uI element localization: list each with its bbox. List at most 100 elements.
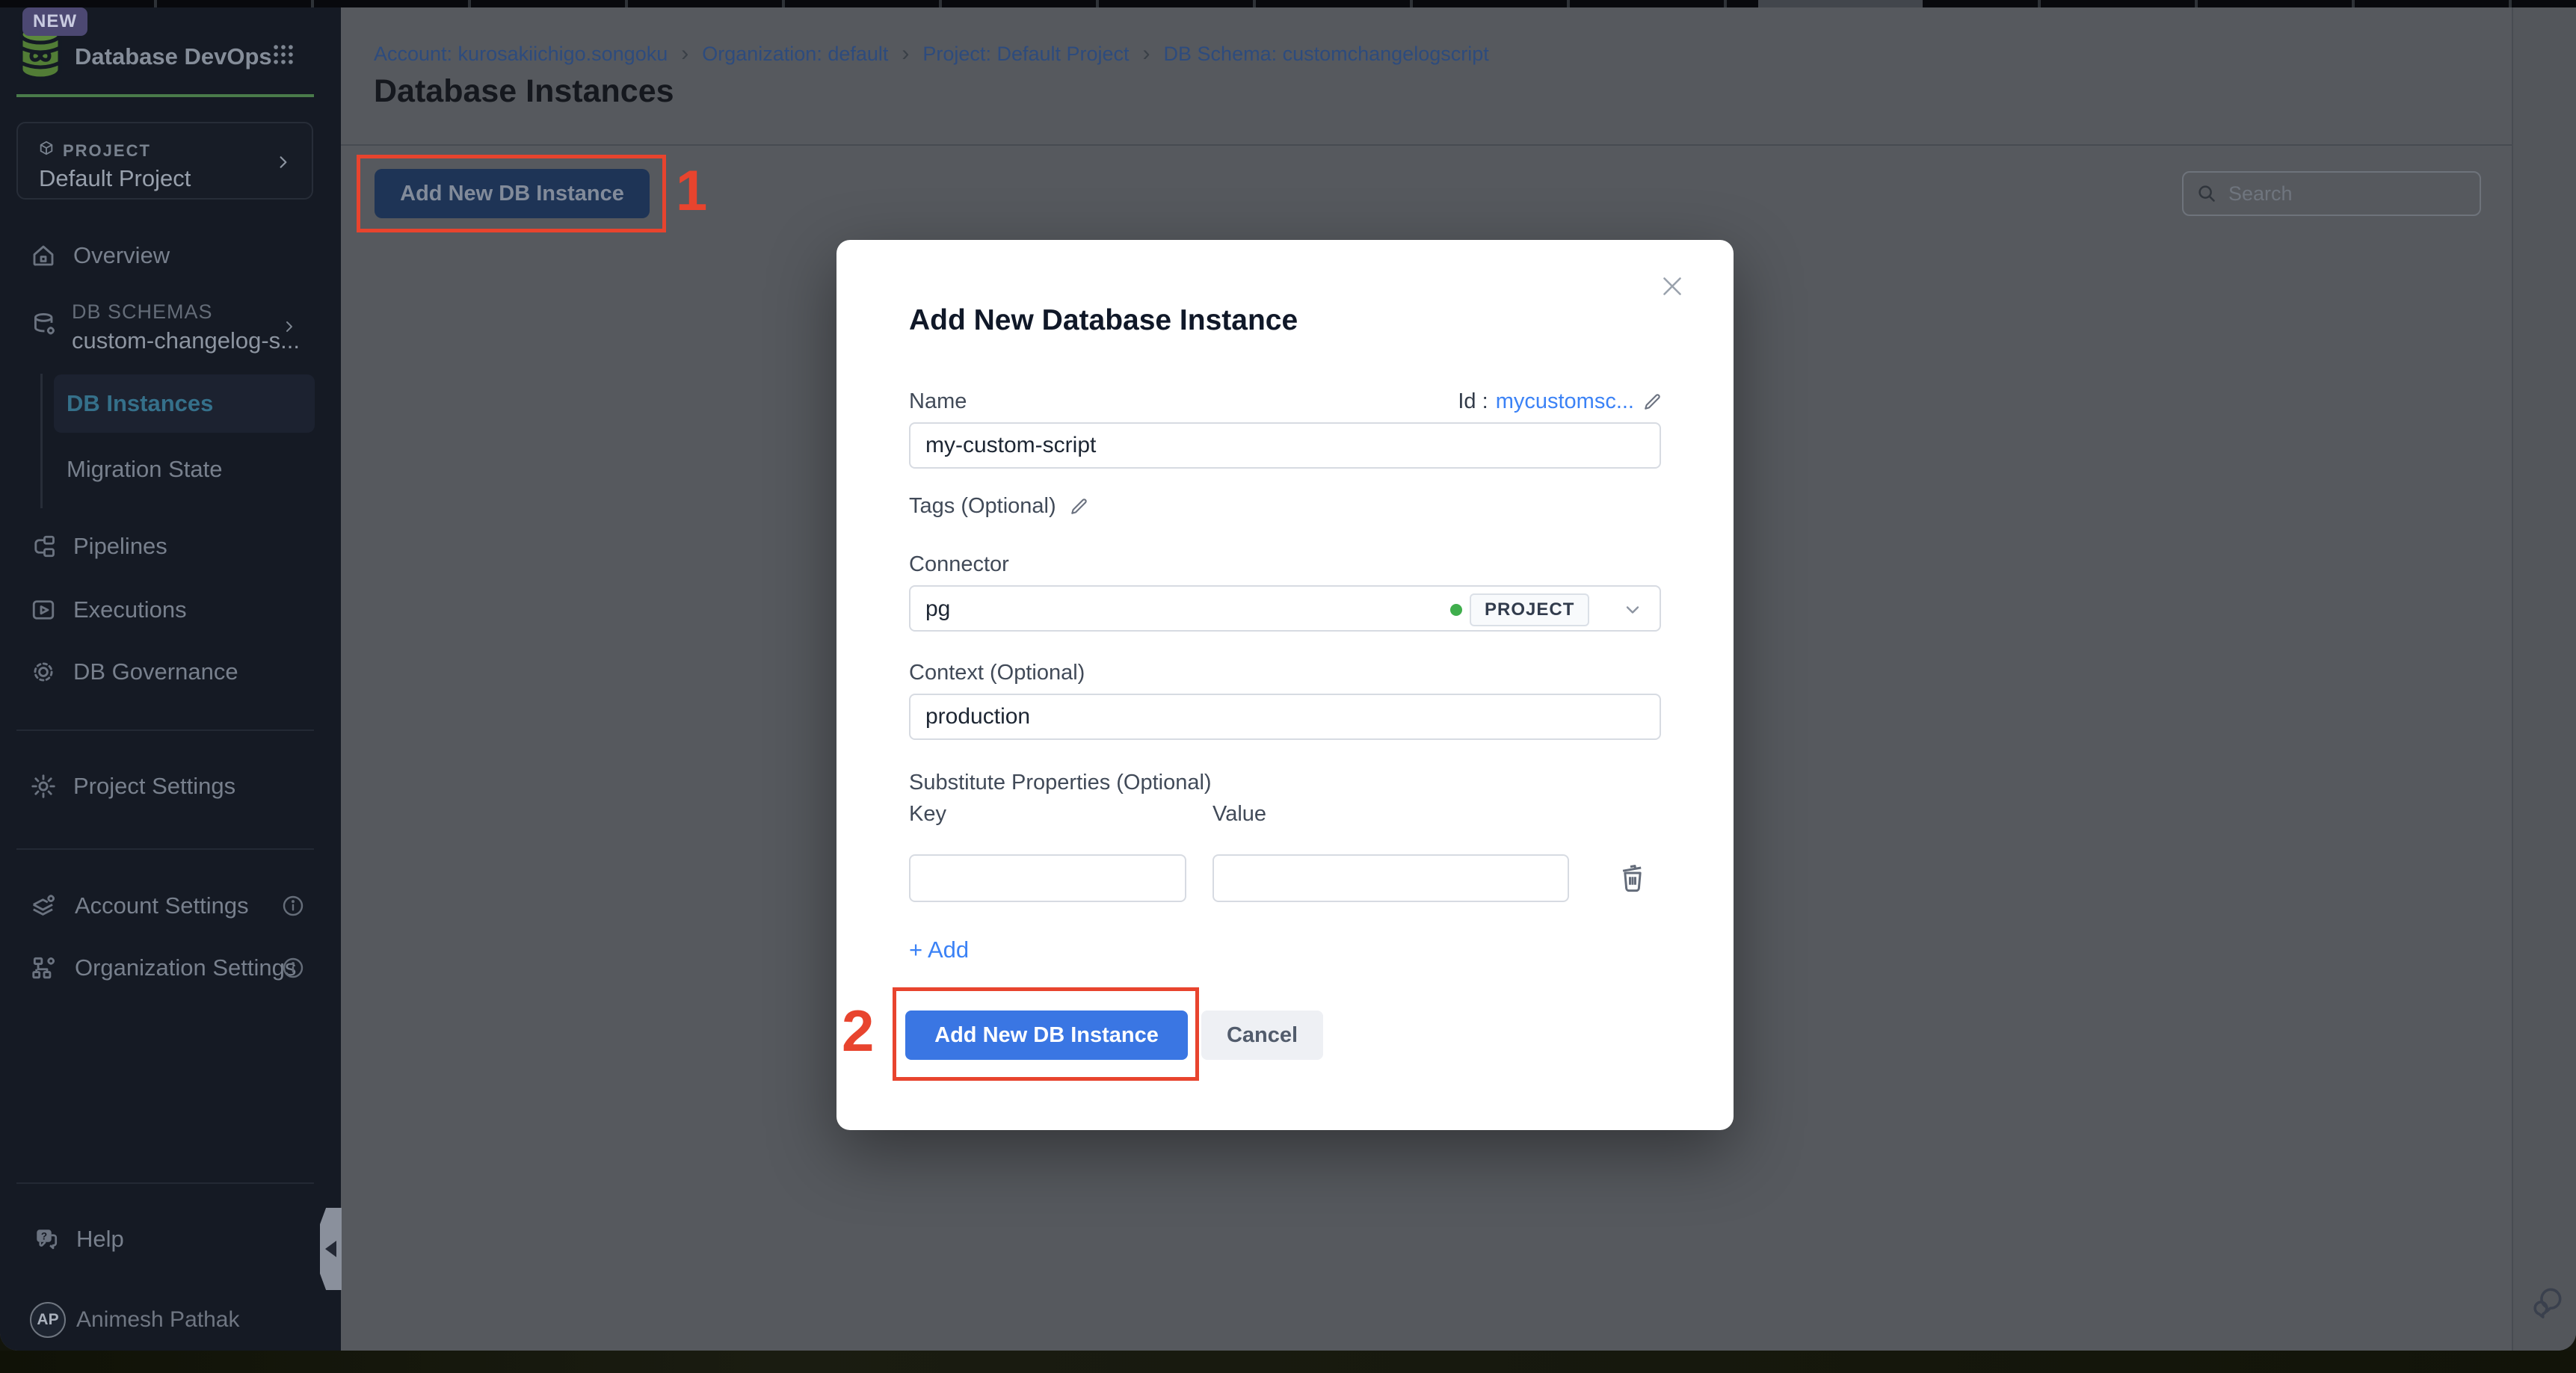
- help-chat-icon: ?: [33, 1226, 60, 1253]
- submenu-tree-line: [40, 374, 43, 508]
- breadcrumb-separator: ›: [902, 41, 909, 67]
- sidebar-item-db-governance[interactable]: DB Governance: [30, 657, 238, 687]
- browser-top-strip-segment: [1758, 0, 1923, 7]
- annotation-box-step-2: [893, 987, 1199, 1081]
- context-input[interactable]: [909, 694, 1661, 740]
- trash-icon[interactable]: [1617, 860, 1648, 900]
- org-chart-gear-icon: [30, 954, 58, 982]
- sidebar-group-value: custom-changelog-s...: [72, 327, 300, 354]
- key-input[interactable]: [909, 854, 1186, 902]
- breadcrumb-db-schema[interactable]: DB Schema: customchangelogscript: [1164, 43, 1489, 66]
- sidebar-item-help[interactable]: ? Help: [33, 1224, 124, 1254]
- annotation-number-1: 1: [676, 158, 707, 223]
- pipelines-icon: [30, 533, 57, 560]
- connector-scope-badge: PROJECT: [1470, 593, 1589, 626]
- header-divider: [341, 144, 2512, 146]
- user-menu[interactable]: AP Animesh Pathak: [30, 1302, 239, 1338]
- sidebar-item-label: Organization Settings: [75, 954, 296, 981]
- sidebar-item-executions[interactable]: Executions: [30, 595, 187, 625]
- modal-title: Add New Database Instance: [909, 304, 1298, 337]
- brand-divider: [16, 94, 314, 97]
- sidebar-item-label: Migration State: [67, 456, 223, 483]
- sidebar-item-migration-state[interactable]: Migration State: [67, 454, 223, 484]
- sidebar-item-label: Account Settings: [75, 892, 249, 919]
- value-column-label: Value: [1212, 802, 1266, 827]
- modal-cancel-button[interactable]: Cancel: [1201, 1011, 1323, 1060]
- info-icon[interactable]: [281, 956, 305, 980]
- user-name: Animesh Pathak: [76, 1307, 239, 1333]
- sidebar-item-pipelines[interactable]: Pipelines: [30, 531, 167, 561]
- key-column-label: Key: [909, 802, 946, 827]
- sidebar-collapse-handle[interactable]: [320, 1208, 342, 1290]
- gear-icon: [30, 773, 57, 800]
- name-input[interactable]: [909, 422, 1661, 469]
- desktop-bottom-strip: [0, 1351, 2576, 1373]
- connector-status-dot: [1450, 604, 1462, 616]
- page-title: Database Instances: [374, 73, 674, 110]
- svg-text:?: ?: [41, 1231, 47, 1242]
- sidebar-item-label: Project Settings: [73, 773, 235, 800]
- breadcrumb-project[interactable]: Project: Default Project: [922, 43, 1129, 66]
- screen: NEW Database DevOps: [0, 0, 2576, 1373]
- value-input[interactable]: [1212, 854, 1569, 902]
- sidebar-item-account-settings[interactable]: Account Settings: [30, 891, 249, 921]
- chevron-down-icon: [1622, 599, 1643, 620]
- breadcrumb-separator: ›: [1143, 41, 1150, 67]
- search-icon: [2196, 182, 2218, 205]
- database-gear-icon: [30, 311, 58, 343]
- product-name: Database DevOps: [75, 43, 272, 70]
- sidebar-item-label: DB Instances: [67, 390, 213, 417]
- instance-id-row: Id : mycustomsc...: [1458, 389, 1663, 414]
- sidebar-item-label: Pipelines: [73, 533, 167, 560]
- substitute-properties-label: Substitute Properties (Optional): [909, 771, 1212, 795]
- tags-label: Tags (Optional): [909, 494, 1056, 519]
- edit-tags-pencil-icon[interactable]: [1068, 496, 1089, 517]
- connector-label: Connector: [909, 552, 1009, 577]
- search-box: [2182, 171, 2481, 216]
- apps-grid-icon[interactable]: [271, 42, 296, 71]
- close-icon[interactable]: [1659, 273, 1686, 303]
- id-value-link[interactable]: mycustomsc...: [1496, 389, 1634, 414]
- sidebar-group-caption: DB SCHEMAS: [72, 300, 213, 324]
- executions-icon: [30, 596, 57, 623]
- gear-icon: [30, 658, 57, 685]
- layers-gear-icon: [30, 892, 58, 920]
- new-badge: NEW: [22, 7, 87, 36]
- sidebar-divider: [16, 848, 314, 850]
- breadcrumb-separator: ›: [681, 41, 688, 67]
- sidebar-item-db-instances[interactable]: DB Instances: [54, 374, 315, 433]
- sidebar-item-project-settings[interactable]: Project Settings: [30, 771, 235, 801]
- support-chat-icon[interactable]: [2528, 1284, 2566, 1325]
- sidebar-item-label: Executions: [73, 596, 187, 623]
- project-switcher-caption: PROJECT: [63, 141, 151, 161]
- sidebar-divider: [16, 729, 314, 731]
- search-input[interactable]: [2228, 182, 2493, 206]
- sidebar-item-label: Help: [76, 1226, 124, 1253]
- annotation-number-2: 2: [842, 997, 874, 1065]
- connector-value: pg: [925, 596, 950, 622]
- sidebar-item-label: Overview: [73, 242, 170, 269]
- chevron-right-icon: [283, 317, 296, 340]
- home-icon: [30, 242, 57, 269]
- breadcrumb: Account: kurosakiichigo.songoku › Organi…: [374, 41, 1489, 67]
- connector-select[interactable]: pg PROJECT: [909, 585, 1661, 632]
- sidebar: NEW Database DevOps: [0, 7, 341, 1351]
- scrollbar-gutter[interactable]: [2512, 7, 2576, 1351]
- edit-id-pencil-icon[interactable]: [1642, 392, 1663, 413]
- info-icon[interactable]: [281, 894, 305, 918]
- avatar: AP: [30, 1302, 66, 1338]
- triangle-left-icon: [325, 1241, 336, 1257]
- sidebar-item-overview[interactable]: Overview: [30, 241, 170, 271]
- context-label: Context (Optional): [909, 661, 1085, 685]
- add-property-link[interactable]: + Add: [909, 937, 969, 963]
- chevron-right-icon: [276, 152, 291, 176]
- browser-top-strip: [0, 0, 2576, 7]
- project-switcher[interactable]: PROJECT Default Project: [16, 122, 313, 200]
- id-label: Id :: [1458, 389, 1488, 414]
- sidebar-item-organization-settings[interactable]: Organization Settings: [30, 953, 296, 983]
- name-label: Name: [909, 389, 967, 414]
- breadcrumb-organization[interactable]: Organization: default: [702, 43, 888, 66]
- breadcrumb-account[interactable]: Account: kurosakiichigo.songoku: [374, 43, 668, 66]
- project-switcher-value: Default Project: [39, 165, 191, 192]
- annotation-box-step-1: [357, 155, 666, 232]
